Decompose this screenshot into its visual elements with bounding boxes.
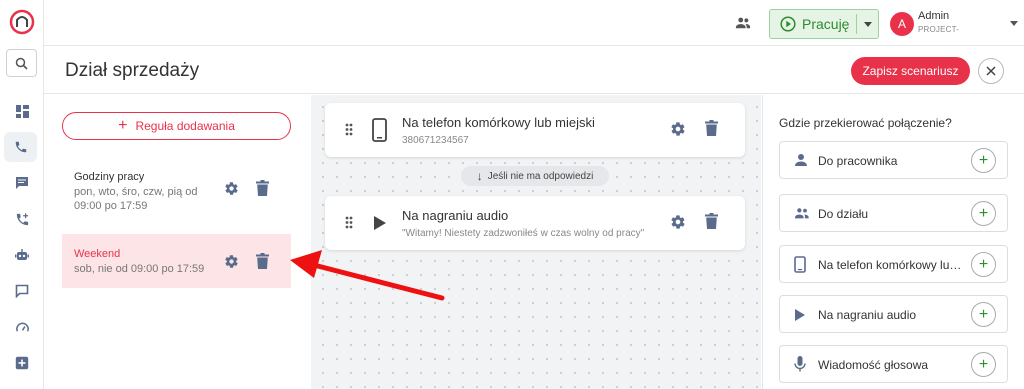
arrow-down-icon: ↓	[476, 169, 483, 183]
chat-icon	[16, 177, 28, 189]
rule-desc: pon, wto, śro, czw, pią od 09:00 po 17:5…	[74, 186, 198, 212]
nav-chat[interactable]	[0, 276, 44, 306]
person-icon	[795, 154, 807, 166]
gauge-icon	[15, 322, 29, 332]
user-org: PROJECT-	[918, 25, 960, 34]
close-button[interactable]	[978, 58, 1004, 84]
add-destination-button[interactable]: +	[971, 201, 996, 226]
rule-name: Weekend	[74, 248, 121, 260]
no-answer-connector: ↓ Jeśli nie ma odpowiedzi	[461, 166, 609, 186]
gear-icon[interactable]	[670, 121, 686, 137]
step-title: Na nagraniu audio	[402, 208, 509, 223]
rule-desc: sob, nie od 09:00 po 17:59	[74, 263, 205, 275]
save-scenario-button[interactable]: Zapisz scenariusz	[851, 57, 970, 85]
drag-handle-icon[interactable]	[345, 123, 353, 136]
dest-label: Do pracownika	[818, 154, 898, 168]
dest-label: Wiadomość głosowa	[818, 358, 929, 372]
page-titlebar: Dział sprzedaży Zapisz scenariusz	[44, 46, 1024, 94]
nav-dashboard[interactable]	[0, 96, 44, 126]
add-destination-button[interactable]: +	[971, 302, 996, 327]
gear-icon[interactable]	[224, 181, 239, 196]
no-answer-label: Jeśli nie ma odpowiedzi	[487, 170, 594, 182]
dest-voicemail[interactable]: Wiadomość głosowa +	[779, 345, 1008, 383]
nav-add-call[interactable]	[0, 204, 44, 234]
add-destination-button[interactable]: +	[971, 252, 996, 277]
trash-icon[interactable]	[705, 213, 718, 229]
page-title: Dział sprzedaży	[65, 60, 200, 81]
dest-department[interactable]: Do działu +	[779, 194, 1008, 232]
flow-canvas: Na telefon komórkowy lub miejski 3806712…	[311, 95, 761, 389]
search-button[interactable]	[6, 49, 37, 77]
step-subtitle: 380671234567	[402, 135, 469, 146]
play-icon	[374, 216, 386, 230]
trash-icon[interactable]	[705, 120, 718, 136]
dest-employee[interactable]: Do pracownika +	[779, 141, 1008, 179]
destinations-header: Gdzie przekierować połączenie?	[779, 116, 952, 130]
status-dropdown[interactable]: Pracuję	[769, 9, 879, 39]
dest-phone[interactable]: Na telefon komórkowy lub miejski +	[779, 245, 1008, 283]
step-title: Na telefon komórkowy lub miejski	[402, 115, 595, 130]
add-rule-label: Reguła dodawania	[135, 119, 235, 133]
rule-item-weekend[interactable]: Weekend sob, nie od 09:00 po 17:59	[62, 234, 291, 288]
trash-icon[interactable]	[256, 180, 269, 196]
phone-add-icon	[16, 212, 28, 225]
search-icon	[15, 57, 28, 70]
play-circle-icon	[780, 16, 796, 32]
nav-messages[interactable]	[0, 168, 44, 198]
phone-icon	[15, 141, 26, 153]
mobile-phone-icon	[794, 256, 806, 273]
destinations-panel: Gdzie przekierować połączenie? Do pracow…	[762, 95, 1024, 389]
flow-step-audio[interactable]: Na nagraniu audio "Witamy! Niestety zadz…	[325, 196, 745, 250]
add-destination-button[interactable]: +	[971, 148, 996, 173]
dest-label: Na nagraniu audio	[818, 308, 917, 322]
add-box-icon	[15, 356, 29, 370]
status-divider	[856, 14, 857, 34]
plus-icon: +	[118, 117, 128, 134]
status-label: Pracuję	[802, 16, 850, 32]
add-rule-button[interactable]: + Reguła dodawania	[62, 112, 291, 140]
dashboard-icon	[15, 104, 29, 118]
message-box-icon	[15, 284, 29, 298]
dest-audio[interactable]: Na nagraniu audio +	[779, 295, 1008, 333]
app-root: Pracuję A Admin PROJECT- Dział sprzedaży…	[0, 0, 1024, 389]
chevron-down-icon[interactable]	[864, 22, 872, 27]
gear-icon[interactable]	[224, 254, 239, 269]
rules-panel: + Reguła dodawania Godziny pracy pon, wt…	[44, 95, 310, 389]
mobile-phone-icon	[372, 118, 387, 142]
team-icon[interactable]	[734, 14, 752, 32]
logo-icon[interactable]	[8, 8, 36, 36]
user-name: Admin	[918, 10, 950, 22]
step-subtitle: "Witamy! Niestety zadzwoniłeś w czas wol…	[402, 228, 645, 239]
gear-icon[interactable]	[670, 214, 686, 230]
nav-rail	[0, 0, 44, 389]
dest-label: Na telefon komórkowy lub miejski	[818, 258, 968, 272]
play-icon	[795, 309, 805, 321]
group-icon	[795, 208, 809, 219]
top-header: Pracuję A Admin PROJECT-	[44, 0, 1024, 46]
nav-speed[interactable]	[0, 312, 44, 342]
nav-calls[interactable]	[4, 132, 37, 162]
robot-icon	[15, 249, 29, 260]
avatar[interactable]: A	[890, 12, 914, 36]
nav-bots[interactable]	[0, 240, 44, 270]
close-icon	[986, 66, 996, 76]
trash-icon[interactable]	[256, 253, 269, 269]
rule-item-working-hours[interactable]: Godziny pracy pon, wto, śro, czw, pią od…	[62, 163, 291, 217]
nav-add[interactable]	[0, 348, 44, 378]
flow-step-phone[interactable]: Na telefon komórkowy lub miejski 3806712…	[325, 103, 745, 157]
rule-name: Godziny pracy	[74, 171, 145, 183]
user-menu-chevron-icon[interactable]	[1010, 21, 1018, 26]
dest-label: Do działu	[818, 207, 869, 221]
microphone-icon	[794, 356, 806, 372]
add-destination-button[interactable]: +	[971, 352, 996, 377]
drag-handle-icon[interactable]	[345, 216, 353, 229]
